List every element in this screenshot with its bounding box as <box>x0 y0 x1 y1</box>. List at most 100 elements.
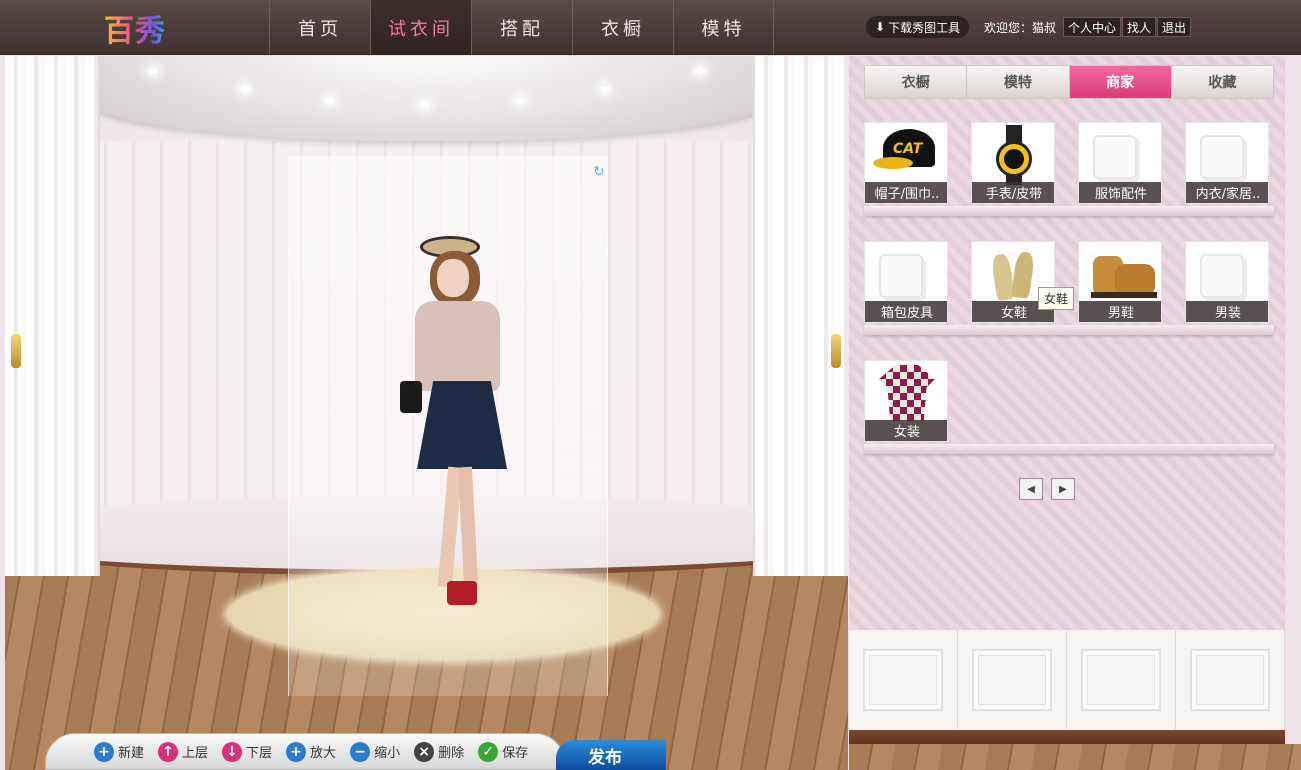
category-womens-shoes[interactable]: 女鞋 <box>971 241 1055 323</box>
model-shoes <box>447 581 477 605</box>
category-label: 男装 <box>1186 301 1268 322</box>
boot-icon <box>1085 252 1157 298</box>
ceiling-light-icon <box>240 86 250 92</box>
layer-up-button[interactable]: ↑ 上层 <box>158 741 208 762</box>
model-blouse <box>415 301 500 391</box>
model-leg-right <box>457 466 479 586</box>
curtain-right <box>753 56 848 576</box>
zoom-out-button[interactable]: − 缩小 <box>350 741 401 762</box>
save-button[interactable]: ✓ 保存 <box>478 741 529 762</box>
category-bags[interactable]: 箱包皮具 <box>864 241 948 323</box>
category-label: 帽子/围巾.. <box>865 182 947 203</box>
main-nav: 首页 试衣间 搭配 衣橱 模特 <box>269 0 774 55</box>
model-figure[interactable] <box>395 231 525 621</box>
category-label: 男鞋 <box>1079 301 1161 322</box>
cap-icon: CAT <box>873 129 939 173</box>
category-hats[interactable]: CAT 帽子/围巾.. <box>864 122 948 204</box>
panel-tabs: 衣橱 模特 商家 收藏 <box>864 65 1274 99</box>
new-button[interactable]: + 新建 <box>94 741 145 762</box>
model-bag <box>400 381 422 413</box>
shelf <box>864 206 1274 216</box>
nav-home[interactable]: 首页 <box>269 0 370 55</box>
heels-icon <box>990 248 1036 302</box>
nav-wardrobe[interactable]: 衣橱 <box>572 0 673 55</box>
curtain-tieback-icon <box>831 334 841 368</box>
wall-panel <box>1176 630 1285 730</box>
placeholder-icon <box>1200 135 1244 179</box>
nav-outfit[interactable]: 搭配 <box>471 0 572 55</box>
prev-page-button[interactable]: ◀ <box>1019 478 1043 500</box>
placeholder-icon <box>879 254 923 298</box>
baseboard <box>849 730 1285 744</box>
category-watches[interactable]: 手表/皮带 <box>971 122 1055 204</box>
zoom-in-button[interactable]: + 放大 <box>286 741 337 762</box>
delete-button[interactable]: × 删除 <box>414 741 465 762</box>
new-label: 新建 <box>118 746 145 761</box>
welcome-text: 欢迎您：猫叔 <box>984 21 1057 35</box>
app-root: 百秀 首页 试衣间 搭配 衣橱 模特 ⬇ 下载秀图工具 欢迎您：猫叔 个人中心 … <box>0 0 1301 770</box>
find-people-link[interactable]: 找人 <box>1122 17 1157 37</box>
category-label: 手表/皮带 <box>972 182 1054 203</box>
hover-tooltip: 女鞋 <box>1038 287 1075 310</box>
zoom-out-label: 缩小 <box>374 746 401 761</box>
ceiling-light-icon <box>695 68 705 74</box>
ceiling-light-icon <box>325 98 335 104</box>
ceiling-light-icon <box>148 68 158 74</box>
curtain-tieback-icon <box>11 334 21 368</box>
category-mens-shoes[interactable]: 男鞋 <box>1078 241 1162 323</box>
profile-link[interactable]: 个人中心 <box>1063 17 1122 37</box>
category-label: 内衣/家居.. <box>1186 182 1268 203</box>
stage-ceiling <box>90 56 770 141</box>
rotate-handle-icon[interactable]: ↻ <box>593 164 605 180</box>
tab-model[interactable]: 模特 <box>967 66 1070 98</box>
ceiling-light-icon <box>420 102 430 108</box>
panel-wainscot <box>849 630 1285 730</box>
watch-icon <box>996 125 1032 185</box>
tab-merchant[interactable]: 商家 <box>1069 66 1172 98</box>
wall-panel <box>849 630 958 730</box>
wall-panel <box>958 630 1067 730</box>
sweater-icon <box>879 365 935 421</box>
wall-panel <box>1067 630 1176 730</box>
shelf <box>864 444 1274 454</box>
save-label: 保存 <box>502 746 529 761</box>
check-icon: ✓ <box>478 741 499 762</box>
ceiling-light-icon <box>600 86 610 92</box>
zoom-in-icon: + <box>286 741 307 762</box>
plus-icon: + <box>94 741 114 762</box>
editor-toolbar: + 新建 ↑ 上层 ↓ 下层 + 放大 − 缩小 × 删除 ✓ 保存 <box>45 733 565 770</box>
layer-down-button[interactable]: ↓ 下层 <box>222 741 273 762</box>
publish-button[interactable]: 发布 <box>556 740 666 770</box>
nav-fitting-room[interactable]: 试衣间 <box>370 0 471 55</box>
category-label: 箱包皮具 <box>865 301 947 322</box>
download-arrow-icon: ⬇ <box>875 20 886 34</box>
ceiling-light-icon <box>515 98 525 104</box>
download-tool-label: 下载秀图工具 <box>888 20 961 35</box>
zoom-in-label: 放大 <box>310 746 337 761</box>
category-underwear[interactable]: 内衣/家居.. <box>1185 122 1269 204</box>
arrow-up-icon: ↑ <box>158 741 179 762</box>
delete-label: 删除 <box>438 746 465 761</box>
fitting-stage[interactable]: ↻ <box>5 56 848 770</box>
delete-icon: × <box>414 741 435 762</box>
placeholder-icon <box>1093 135 1137 179</box>
logout-link[interactable]: 退出 <box>1157 17 1192 37</box>
model-skirt <box>417 381 507 469</box>
category-womenswear[interactable]: 女装 <box>864 360 948 442</box>
site-logo[interactable]: 百秀 <box>104 6 166 50</box>
download-tool-button[interactable]: ⬇ 下载秀图工具 <box>866 16 970 38</box>
model-face <box>437 259 469 297</box>
category-accessories[interactable]: 服饰配件 <box>1078 122 1162 204</box>
top-nav-bar: 百秀 首页 试衣间 搭配 衣橱 模特 ⬇ 下载秀图工具 欢迎您：猫叔 个人中心 … <box>0 0 1301 55</box>
category-label: 女装 <box>865 420 947 441</box>
floor-strip <box>849 744 1301 770</box>
layer-down-label: 下层 <box>246 746 273 761</box>
category-menswear[interactable]: 男装 <box>1185 241 1269 323</box>
curtain-left <box>5 56 100 576</box>
placeholder-icon <box>1200 254 1244 298</box>
next-page-button[interactable]: ▶ <box>1051 478 1075 500</box>
tab-favorites[interactable]: 收藏 <box>1172 66 1273 98</box>
nav-model[interactable]: 模特 <box>673 0 774 55</box>
shelf <box>864 325 1274 335</box>
tab-wardrobe[interactable]: 衣橱 <box>865 66 968 98</box>
